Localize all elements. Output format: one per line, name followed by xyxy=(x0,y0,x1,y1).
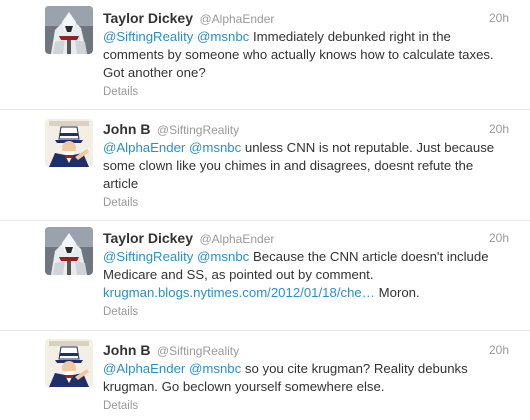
details-link[interactable]: Details xyxy=(103,398,510,414)
tweet-author-handle[interactable]: @SiftingReality xyxy=(157,123,239,137)
tweet[interactable]: Taylor Dickey @AlphaEnder 20h @SiftingRe… xyxy=(0,0,530,110)
tweet-content: John B @SiftingReality 20h @AlphaEnder @… xyxy=(103,341,510,414)
tweet-header: Taylor Dickey @AlphaEnder 20h xyxy=(103,229,510,247)
details-link[interactable]: Details xyxy=(103,195,510,211)
tweet-author-handle[interactable]: @AlphaEnder xyxy=(199,12,274,26)
mention-link[interactable]: @AlphaEnder xyxy=(103,140,185,155)
tweet-content: John B @SiftingReality 20h @AlphaEnder @… xyxy=(103,120,510,211)
tweet-header: Taylor Dickey @AlphaEnder 20h xyxy=(103,9,510,27)
tweet-text: @SiftingReality @msnbc Immediately debun… xyxy=(103,28,510,82)
tweet[interactable]: Taylor Dickey @AlphaEnder 20h @SiftingRe… xyxy=(0,221,530,331)
details-link[interactable]: Details xyxy=(103,84,510,100)
tweet-text: @AlphaEnder @msnbc unless CNN is not rep… xyxy=(103,139,510,193)
tweet[interactable]: John B @SiftingReality 20h @AlphaEnder @… xyxy=(0,331,530,420)
tweet-text: @SiftingReality @msnbc Because the CNN a… xyxy=(103,248,510,302)
mention-link[interactable]: @SiftingReality xyxy=(103,249,193,264)
mention-link[interactable]: @msnbc xyxy=(189,140,241,155)
mention-link[interactable]: @SiftingReality xyxy=(103,29,193,44)
tweet[interactable]: John B @SiftingReality 20h @AlphaEnder @… xyxy=(0,110,530,221)
url-link[interactable]: krugman.blogs.nytimes.com/2012/01/18/che… xyxy=(103,285,375,300)
uncle-sam-avatar[interactable] xyxy=(45,119,93,167)
mention-link[interactable]: @msnbc xyxy=(197,249,249,264)
tweet-author-name[interactable]: Taylor Dickey xyxy=(103,10,193,26)
tweet-author-name[interactable]: John B xyxy=(103,342,150,358)
tweet-timestamp[interactable]: 20h xyxy=(489,229,509,247)
tweet-body-end: Moron. xyxy=(378,285,420,300)
tweet-author-name[interactable]: John B xyxy=(103,121,150,137)
tweet-timestamp[interactable]: 20h xyxy=(489,341,509,359)
tweet-timestamp[interactable]: 20h xyxy=(489,9,509,27)
assassin-avatar[interactable] xyxy=(45,227,93,275)
tweet-timestamp[interactable]: 20h xyxy=(489,120,509,138)
details-link[interactable]: Details xyxy=(103,304,510,320)
tweet-header: John B @SiftingReality 20h xyxy=(103,341,510,359)
assassin-avatar[interactable] xyxy=(45,6,93,54)
mention-link[interactable]: @msnbc xyxy=(197,29,249,44)
tweet-author-handle[interactable]: @AlphaEnder xyxy=(199,232,274,246)
tweet-content: Taylor Dickey @AlphaEnder 20h @SiftingRe… xyxy=(103,229,510,320)
tweet-author-handle[interactable]: @SiftingReality xyxy=(157,344,239,358)
tweet-author-name[interactable]: Taylor Dickey xyxy=(103,230,193,246)
tweet-content: Taylor Dickey @AlphaEnder 20h @SiftingRe… xyxy=(103,9,510,100)
tweet-text: @AlphaEnder @msnbc so you cite krugman? … xyxy=(103,360,510,396)
uncle-sam-avatar[interactable] xyxy=(45,339,93,387)
tweet-timeline: Taylor Dickey @AlphaEnder 20h @SiftingRe… xyxy=(0,0,530,420)
tweet-header: John B @SiftingReality 20h xyxy=(103,120,510,138)
mention-link[interactable]: @msnbc xyxy=(189,361,241,376)
mention-link[interactable]: @AlphaEnder xyxy=(103,361,185,376)
